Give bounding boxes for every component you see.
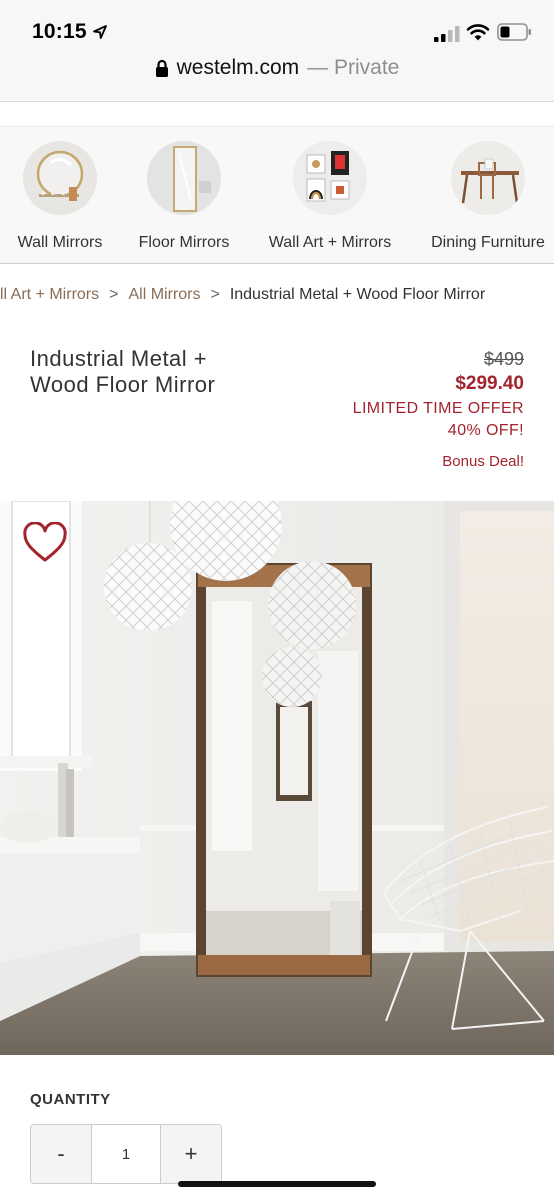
home-indicator — [178, 1181, 376, 1187]
cellular-signal-icon — [434, 26, 460, 42]
category-label: Wall Art + Mirrors — [268, 234, 392, 251]
product-title-line: Industrial Metal + — [30, 346, 208, 371]
decrease-quantity-button[interactable]: - — [31, 1125, 91, 1183]
breadcrumb-link-wall-art[interactable]: ll Art + Mirrors — [0, 286, 99, 303]
quantity-label: QUANTITY — [30, 1091, 111, 1108]
url-domain: westelm.com — [176, 56, 300, 79]
status-time: 10:15 — [32, 20, 87, 43]
wifi-icon — [466, 24, 490, 41]
location-arrow-icon — [93, 25, 107, 39]
breadcrumb-separator: > — [109, 286, 119, 303]
heart-icon[interactable] — [22, 522, 68, 564]
category-carousel: Wall Mirrors Floor Mirrors Wall Art + Mi… — [0, 126, 554, 264]
dining-table-thumb — [451, 141, 525, 215]
round-mirror-thumb — [23, 141, 97, 215]
lock-icon — [155, 59, 168, 77]
browser-chrome: 10:15 westelm.com — Private — [0, 0, 554, 102]
address-bar[interactable]: westelm.com — Private — [0, 56, 554, 90]
discount-text: 40% OFF! — [447, 422, 524, 439]
breadcrumb: ll Art + Mirrors > All Mirrors > Industrial … — [0, 286, 554, 308]
product-title-line: Wood Floor Mirror — [30, 372, 216, 397]
quantity-stepper: - 1 + — [30, 1124, 222, 1184]
category-label: Dining Furniture — [431, 234, 545, 251]
status-bar: 10:15 — [0, 0, 554, 56]
product-image[interactable] — [0, 501, 554, 1055]
breadcrumb-separator: > — [210, 286, 220, 303]
category-dining-furniture[interactable]: Dining Furniture — [431, 141, 545, 252]
bonus-deal-link[interactable]: Bonus Deal! — [353, 452, 524, 472]
sale-price: $299.40 — [455, 373, 524, 394]
floor-mirror-thumb — [147, 141, 221, 215]
category-floor-mirrors[interactable]: Floor Mirrors — [139, 141, 229, 252]
category-wall-mirrors[interactable]: Wall Mirrors — [18, 141, 102, 252]
quantity-input[interactable]: 1 — [91, 1125, 161, 1183]
breadcrumb-link-all-mirrors[interactable]: All Mirrors — [128, 286, 200, 303]
original-price: $499 — [483, 349, 524, 369]
increase-quantity-button[interactable]: + — [161, 1125, 221, 1183]
price-box: $499 $299.40 LIMITED TIME OFFER 40% OFF!… — [353, 348, 524, 472]
category-label: Floor Mirrors — [138, 234, 230, 251]
battery-icon — [497, 23, 531, 41]
breadcrumb-current: Industrial Metal + Wood Floor Mirror — [229, 286, 486, 303]
product-title: Industrial Metal + Wood Floor Mirror — [30, 346, 280, 398]
private-label: — Private — [307, 56, 400, 79]
offer-text: LIMITED TIME OFFER — [352, 400, 524, 417]
wall-art-thumb — [293, 141, 367, 215]
category-wall-art-mirrors[interactable]: Wall Art + Mirrors — [269, 141, 391, 252]
category-label: Wall Mirrors — [17, 234, 103, 251]
